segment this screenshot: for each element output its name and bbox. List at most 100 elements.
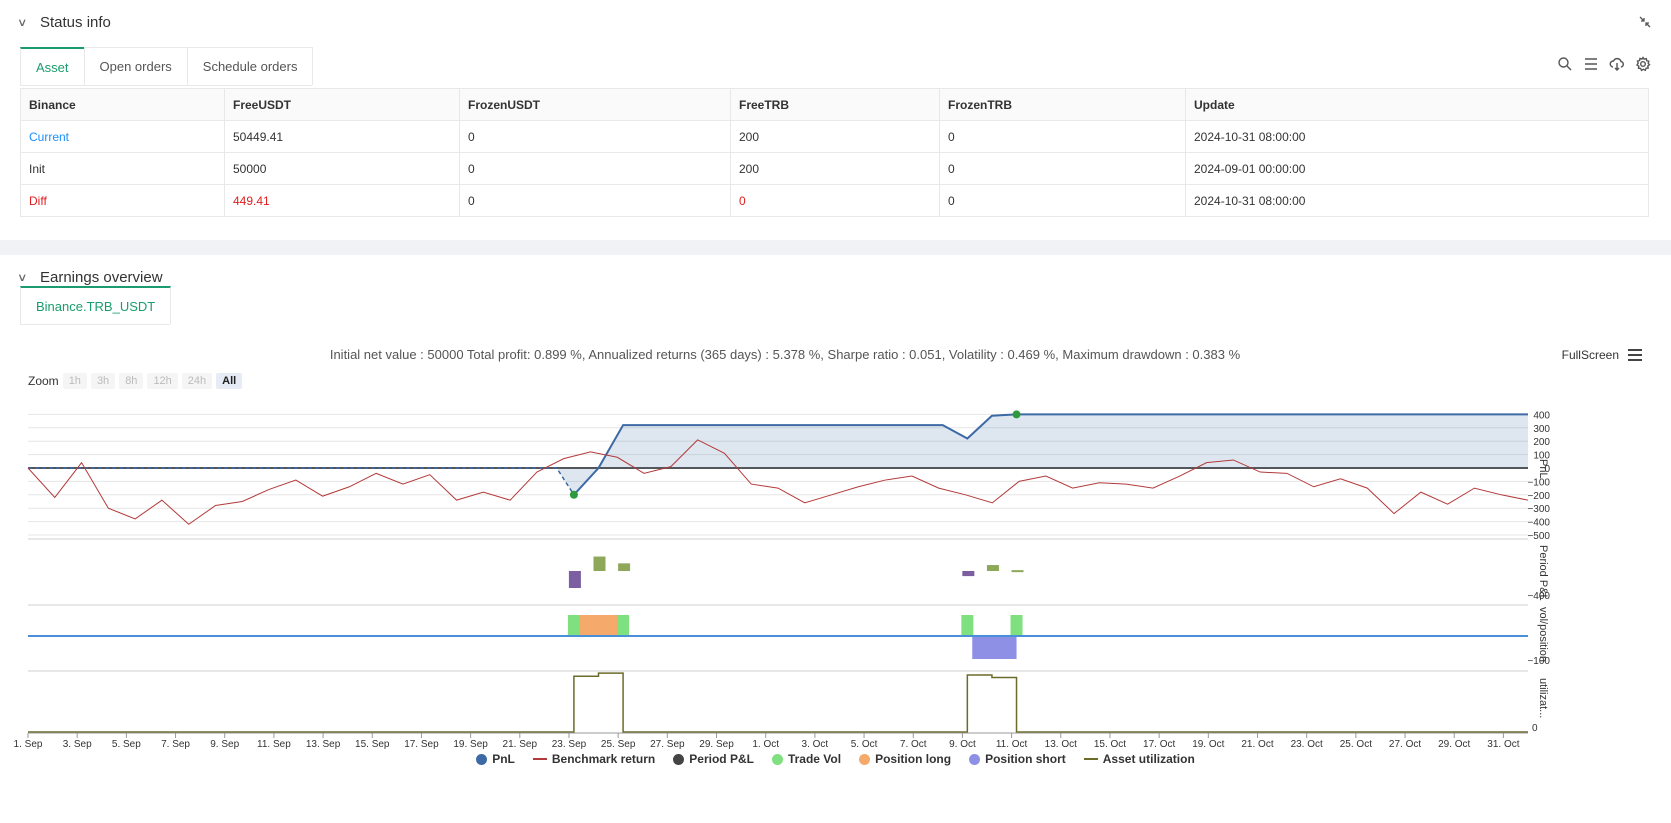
earnings-overview-header[interactable]: ∨ Earnings overview: [17, 269, 163, 286]
earnings-chart[interactable]: 4003002001000−100−200−300−400−500PnL−400…: [0, 395, 1671, 750]
x-tick-label: 21. Sep: [503, 739, 538, 750]
x-tick-label: 31. Oct: [1487, 739, 1519, 750]
collapse-fullscreen-icon[interactable]: [1639, 16, 1651, 28]
x-tick-label: 1. Oct: [752, 739, 779, 750]
menu-icon[interactable]: [1627, 348, 1643, 362]
col-header-frozenusdt: FrozenUSDT: [459, 88, 731, 121]
x-tick-label: 11. Oct: [996, 739, 1028, 750]
trade-vol-bar: [961, 615, 974, 636]
x-tick-label: 5. Oct: [851, 739, 878, 750]
legend-item-benchmark[interactable]: Benchmark return: [532, 752, 655, 766]
x-tick-label: 29. Oct: [1438, 739, 1470, 750]
tab-schedule-orders[interactable]: Schedule orders: [186, 47, 314, 85]
zoom-12h-button[interactable]: 12h: [147, 373, 178, 389]
table-row: Diff 449.41 0 0 0 2024-10-31 08:00:00: [20, 184, 1649, 217]
x-tick-label: 3. Oct: [802, 739, 829, 750]
zoom-all-button[interactable]: All: [216, 373, 243, 389]
chevron-down-icon[interactable]: ∨: [17, 16, 43, 29]
zoom-24h-button[interactable]: 24h: [181, 373, 213, 389]
table-cell: 2024-10-31 08:00:00: [1185, 184, 1649, 217]
legend-item-trade-vol[interactable]: Trade Vol: [771, 752, 841, 766]
table-cell: 0: [730, 184, 940, 217]
x-tick-label: 25. Oct: [1340, 739, 1372, 750]
table-cell: 0: [459, 184, 731, 217]
legend-item-asset-utilization[interactable]: Asset utilization: [1083, 752, 1195, 766]
period-pnl-bar: [962, 571, 975, 577]
chevron-down-icon[interactable]: ∨: [17, 271, 43, 284]
y-tick-label: −500: [1527, 531, 1550, 542]
period-pnl-bar: [618, 563, 631, 571]
period-pnl-bar: [986, 565, 999, 571]
x-tick-label: 7. Sep: [161, 739, 190, 750]
earnings-tabs: Binance.TRB_USDT: [20, 286, 172, 325]
y-tick-label: 300: [1533, 424, 1550, 435]
row-label-current[interactable]: Current: [20, 120, 225, 153]
table-cell: 2024-09-01 00:00:00: [1185, 152, 1649, 185]
zoom-3h-button[interactable]: 3h: [90, 373, 116, 389]
period-pnl-bar: [593, 556, 606, 571]
x-tick-label: 9. Oct: [949, 739, 976, 750]
col-header-freeusdt: FreeUSDT: [224, 88, 460, 121]
row-label-init: Init: [20, 152, 225, 185]
period-pnl-bar: [1011, 570, 1024, 573]
legend-dot-icon: [771, 753, 783, 765]
y-tick-label: −400: [1527, 518, 1550, 529]
trade-vol-bar: [617, 615, 630, 636]
fullscreen-label[interactable]: FullScreen: [1562, 348, 1619, 362]
y-tick-label: −100: [1527, 477, 1550, 488]
legend-item-period-pnl[interactable]: Period P&L: [673, 752, 754, 766]
legend-line-icon: [532, 758, 547, 760]
table-cell: 449.41: [224, 184, 460, 217]
x-tick-label: 13. Sep: [306, 739, 341, 750]
chart-legend: PnL Benchmark return Period P&L Trade Vo…: [0, 752, 1671, 766]
status-info-title: Status info: [40, 14, 111, 31]
x-tick-label: 5. Sep: [112, 739, 141, 750]
status-info-header[interactable]: ∨ Status info: [17, 14, 111, 31]
zoom-label: Zoom: [28, 374, 59, 388]
y-tick-label: −300: [1527, 504, 1550, 515]
legend-dot-icon: [859, 753, 871, 765]
legend-item-pnl[interactable]: PnL: [476, 752, 515, 766]
col-header-frozentrb: FrozenTRB: [939, 88, 1186, 121]
asset-utilization-line: [28, 672, 1528, 733]
trade-marker: [569, 490, 578, 499]
zoom-8h-button[interactable]: 8h: [119, 373, 144, 389]
x-tick-label: 3. Sep: [63, 739, 92, 750]
table-cell: 200: [730, 120, 940, 153]
y-tick-label: −200: [1527, 491, 1550, 502]
fullscreen-control[interactable]: FullScreen: [1562, 348, 1643, 362]
x-tick-label: 15. Oct: [1094, 739, 1126, 750]
performance-summary: Initial net value : 50000 Total profit: …: [329, 347, 1241, 362]
search-icon[interactable]: [1557, 56, 1573, 72]
table-cell: 0: [939, 184, 1186, 217]
x-tick-label: 17. Sep: [404, 739, 439, 750]
table-cell: 0: [939, 120, 1186, 153]
col-header-freetrb: FreeTRB: [730, 88, 940, 121]
zoom-1h-button[interactable]: 1h: [62, 373, 87, 389]
trade-marker: [1012, 410, 1021, 419]
legend-item-position-long[interactable]: Position long: [859, 752, 951, 766]
list-icon[interactable]: [1583, 56, 1599, 72]
x-tick-label: 29. Sep: [699, 739, 734, 750]
utilization-axis-label: utilizat...: [1537, 678, 1549, 718]
table-cell: 200: [730, 152, 940, 185]
x-tick-label: 7. Oct: [900, 739, 927, 750]
period-pnl-bar: [568, 571, 581, 588]
x-tick-label: 27. Oct: [1389, 739, 1421, 750]
table-cell: 50449.41: [224, 120, 460, 153]
tab-binance-trb-usdt[interactable]: Binance.TRB_USDT: [20, 286, 172, 324]
zoom-control: Zoom 1h 3h 8h 12h 24h All: [28, 373, 243, 389]
x-tick-label: 19. Oct: [1192, 739, 1224, 750]
y-tick-label: 200: [1533, 437, 1550, 448]
settings-gear-icon[interactable]: [1635, 56, 1651, 72]
earnings-overview-title: Earnings overview: [40, 269, 163, 286]
table-cell: 0: [939, 152, 1186, 185]
legend-dot-icon: [476, 753, 488, 765]
legend-item-position-short[interactable]: Position short: [969, 752, 1066, 766]
table-toolbar: [1557, 56, 1651, 72]
position-short-area: [972, 636, 1017, 659]
tab-open-orders[interactable]: Open orders: [83, 47, 188, 85]
table-cell: 50000: [224, 152, 460, 185]
cloud-download-icon[interactable]: [1609, 56, 1625, 72]
tab-asset[interactable]: Asset: [20, 47, 85, 85]
